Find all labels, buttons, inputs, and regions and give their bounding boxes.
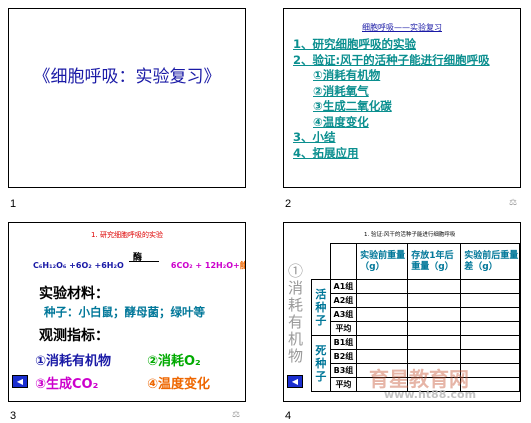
outline-item[interactable]: 1、研究细胞呼吸的实验 [293, 37, 490, 53]
slide-2-header: 细胞呼吸——实验复习 [362, 23, 442, 32]
slide-transition-icon: ⚖ [232, 410, 241, 420]
slide-4[interactable]: 1. 验证:风干的活种子能进行细胞呼吸 ①消耗有机物 实验前重量（g） 存放1年… [283, 222, 521, 402]
table-cell[interactable] [356, 293, 409, 308]
watermark-url: www.ht88.com [384, 388, 477, 401]
slide-2[interactable]: 细胞呼吸——实验复习 1、研究细胞呼吸的实验 2、验证:风干的活种子能进行细胞呼… [283, 8, 521, 188]
column-header: 实验前后重量差（g） [460, 243, 520, 280]
table-cell[interactable] [407, 349, 462, 364]
table-cell[interactable] [407, 279, 462, 294]
indicators-title: 观测指标： [39, 328, 109, 344]
slide-1-title: 《细胞呼吸：实验复习》 [33, 67, 221, 87]
table-cell[interactable] [460, 293, 520, 308]
table-cell[interactable] [356, 307, 409, 322]
outline-subitem[interactable]: ③生成二氧化碳 [293, 99, 490, 115]
equation-right: 6CO₂ + 12H₂O+ [170, 261, 240, 270]
column-header: 实验前重量（g） [356, 243, 409, 280]
outline-item[interactable]: 4、拓展应用 [293, 146, 490, 162]
outline-subitem[interactable]: ②消耗氧气 [293, 84, 490, 100]
indicator-4[interactable]: ④温度变化 [147, 373, 210, 392]
slide-3[interactable]: 1. 研究细胞呼吸的实验 酶 C₆H₁₂O₆ +6O₂ +6H₂O 6CO₂ +… [8, 222, 246, 402]
table-cell[interactable] [460, 363, 520, 378]
back-nav-button[interactable]: ◀ [12, 375, 28, 388]
group-label: A3组 [329, 307, 358, 322]
dead-seed-label: 死种子 [311, 335, 331, 392]
energy-label: 能量 [240, 261, 245, 270]
slide-transition-icon: ⚖ [509, 198, 518, 208]
indicator-2[interactable]: ②消耗O₂ [147, 350, 201, 369]
slide-number-2: 2 [285, 198, 292, 210]
table-cell[interactable] [460, 349, 520, 364]
table-cell[interactable] [356, 321, 409, 336]
indicator-1[interactable]: ①消耗有机物 [35, 350, 111, 369]
table-cell[interactable] [356, 335, 409, 350]
back-nav-button[interactable]: ◀ [287, 375, 303, 388]
table-cell[interactable] [407, 293, 462, 308]
group-label: B1组 [329, 335, 358, 350]
slide-3-header: 1. 研究细胞呼吸的实验 [91, 231, 163, 239]
equation-left: C₆H₁₂O₆ +6O₂ +6H₂O [33, 261, 124, 270]
slide-1[interactable]: 《细胞呼吸：实验复习》 [8, 8, 246, 188]
materials-list: 种子：小白鼠；酵母菌；绿叶等 [44, 305, 205, 319]
indicator-3[interactable]: ③生成CO₂ [35, 373, 98, 392]
column-header: 存放1年后重量（g） [407, 243, 462, 280]
group-label: B3组 [329, 363, 358, 378]
group-label: B2组 [329, 349, 358, 364]
table-cell[interactable] [356, 349, 409, 364]
outline-subitem[interactable]: ①消耗有机物 [293, 68, 490, 84]
equation: C₆H₁₂O₆ +6O₂ +6H₂O 6CO₂ + 12H₂O+能量 [33, 260, 245, 271]
group-label: 平均 [329, 377, 358, 392]
outline-list: 1、研究细胞呼吸的实验 2、验证:风干的活种子能进行细胞呼吸 ①消耗有机物 ②消… [293, 37, 490, 161]
outline-item[interactable]: 3、小结 [293, 130, 490, 146]
outline-subitem[interactable]: ④温度变化 [293, 115, 490, 131]
slide-number-3: 3 [10, 410, 17, 422]
side-label: ①消耗有机物 [288, 262, 304, 365]
table-cell[interactable] [407, 307, 462, 322]
slide-number-4: 4 [285, 410, 292, 422]
materials-title: 实验材料： [39, 286, 109, 302]
table-cell[interactable] [356, 279, 409, 294]
table-cell[interactable] [407, 335, 462, 350]
table-cell[interactable] [460, 321, 520, 336]
table-cell[interactable] [460, 335, 520, 350]
live-seed-label: 活种子 [311, 279, 331, 336]
outline-item[interactable]: 2、验证:风干的活种子能进行细胞呼吸 [293, 53, 490, 69]
table-cell[interactable] [407, 321, 462, 336]
table-cell[interactable] [460, 307, 520, 322]
slide-4-header: 1. 验证:风干的活种子能进行细胞呼吸 [364, 232, 456, 238]
table-cell[interactable] [460, 279, 520, 294]
group-label: A2组 [329, 293, 358, 308]
group-label: 平均 [329, 321, 358, 336]
slide-number-1: 1 [10, 198, 17, 210]
group-label: A1组 [329, 279, 358, 294]
